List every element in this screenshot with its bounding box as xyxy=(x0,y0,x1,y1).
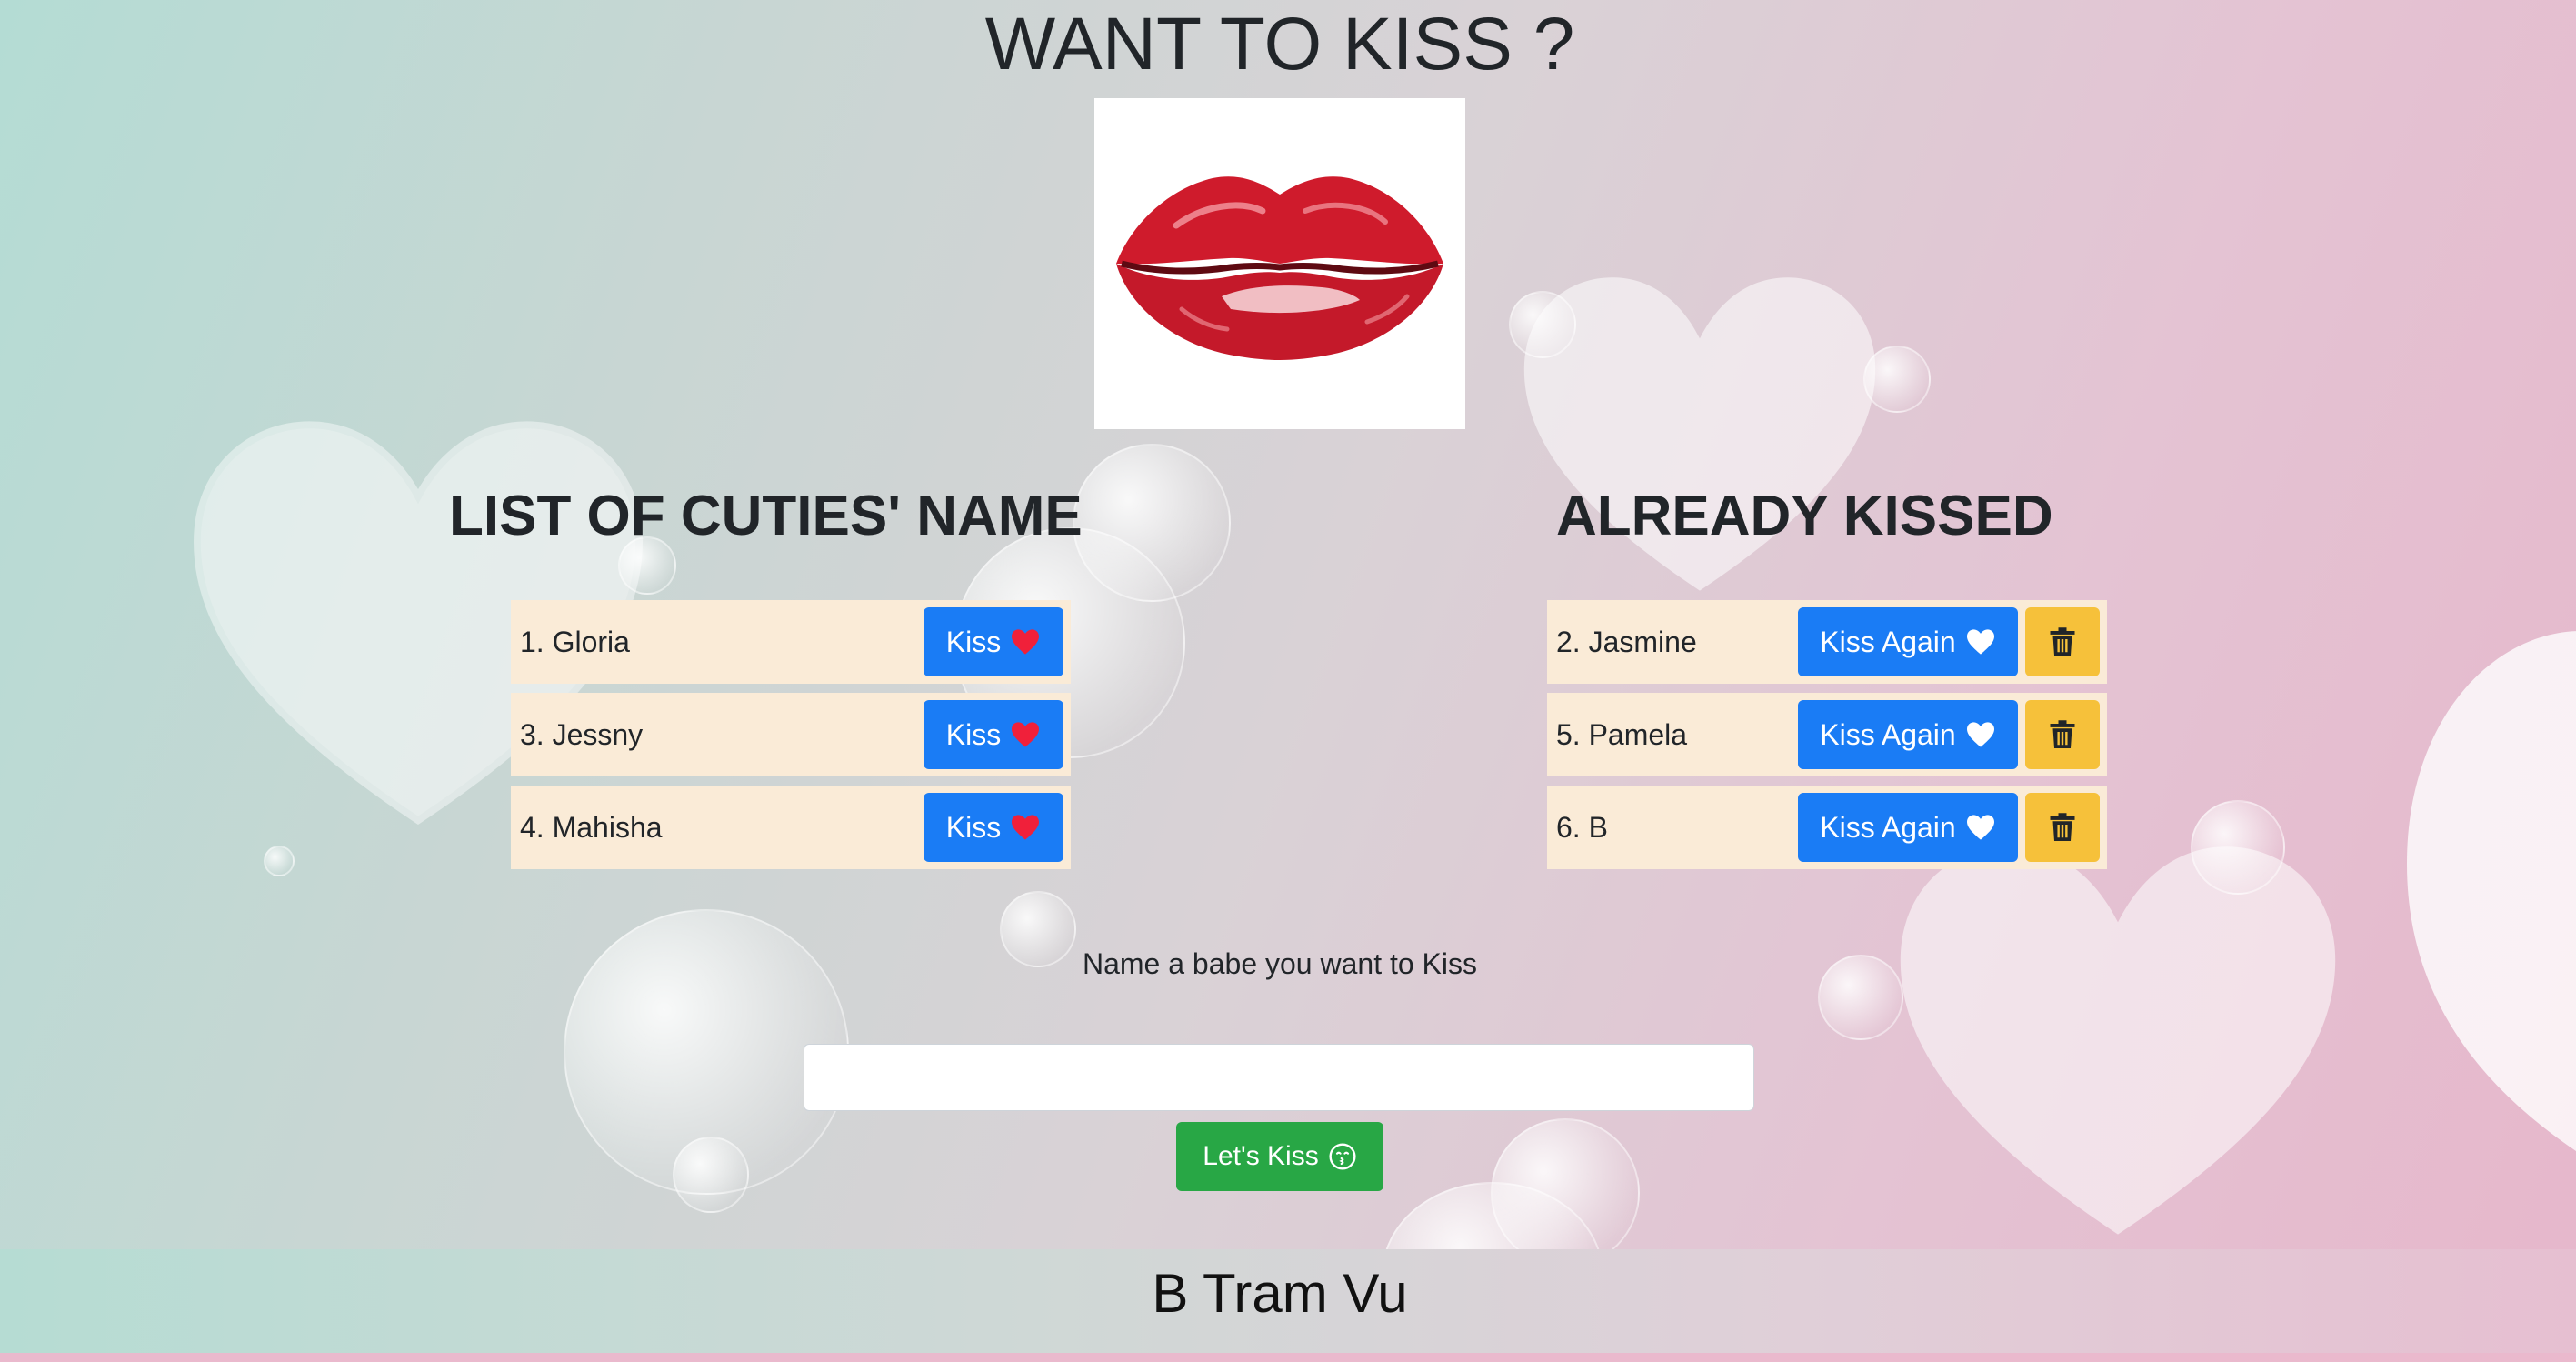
heart-icon xyxy=(1966,629,1994,655)
kiss-button-label: Kiss xyxy=(945,717,1002,751)
kiss-button[interactable]: Kiss xyxy=(924,607,1063,676)
delete-button[interactable] xyxy=(2025,793,2100,862)
heart-icon xyxy=(1966,722,1994,747)
kiss-again-button-label: Kiss Again xyxy=(1820,810,1956,844)
cutie-name: 1. Gloria xyxy=(520,626,630,658)
list-item: 6. B Kiss Again xyxy=(1547,786,2107,869)
lets-kiss-button[interactable]: Let's Kiss xyxy=(1176,1122,1383,1191)
trash-icon xyxy=(2050,813,2075,841)
footer-strip xyxy=(0,1353,2576,1362)
heart-icon xyxy=(1012,722,1040,747)
list-item: 2. Jasmine Kiss Again xyxy=(1547,600,2107,684)
list-item: 3. Jessny Kiss xyxy=(511,693,1071,776)
kissed-name: 2. Jasmine xyxy=(1556,626,1697,658)
lets-kiss-button-label: Let's Kiss xyxy=(1203,1141,1319,1171)
kiss-again-button-label: Kiss Again xyxy=(1820,717,1956,751)
kissed-heading: ALREADY KISSED xyxy=(1556,485,2053,547)
heart-icon xyxy=(1966,815,1994,840)
name-input-label: Name a babe you want to Kiss xyxy=(1082,947,1477,980)
lips-illustration xyxy=(1116,176,1443,360)
kissed-list: 2. Jasmine Kiss Again 5. Pamela Kiss Aga… xyxy=(1547,600,2107,878)
delete-button[interactable] xyxy=(2025,607,2100,676)
kissing-face-icon xyxy=(1329,1143,1356,1170)
to-kiss-heading: LIST OF CUTIES' NAME xyxy=(449,485,1083,547)
kiss-button[interactable]: Kiss xyxy=(924,700,1063,769)
kiss-again-button[interactable]: Kiss Again xyxy=(1798,607,2018,676)
list-item: 1. Gloria Kiss xyxy=(511,600,1071,684)
kiss-again-button-label: Kiss Again xyxy=(1820,625,1956,658)
trash-icon xyxy=(2050,720,2075,748)
kiss-button-label: Kiss xyxy=(945,810,1002,844)
kissed-name: 5. Pamela xyxy=(1556,718,1688,751)
kiss-again-button[interactable]: Kiss Again xyxy=(1798,700,2018,769)
footer: B Tram Vu xyxy=(0,1249,2576,1362)
red-lips-image xyxy=(1094,98,1465,429)
cutie-name: 4. Mahisha xyxy=(520,811,663,844)
page-title: WANT TO KISS ? xyxy=(984,3,1575,85)
kiss-button[interactable]: Kiss xyxy=(924,793,1063,862)
kiss-again-button[interactable]: Kiss Again xyxy=(1798,793,2018,862)
page-content: WANT TO KISS ? LIST OF CUTIES' NAME ALRE… xyxy=(0,0,2576,1362)
name-input[interactable] xyxy=(804,1044,1754,1111)
list-item: 4. Mahisha Kiss xyxy=(511,786,1071,869)
trash-icon xyxy=(2050,627,2075,656)
delete-button[interactable] xyxy=(2025,700,2100,769)
footer-author: B Tram Vu xyxy=(1152,1263,1408,1324)
kiss-button-label: Kiss xyxy=(945,625,1002,658)
list-item: 5. Pamela Kiss Again xyxy=(1547,693,2107,776)
kissed-name: 6. B xyxy=(1556,811,1608,844)
cutie-name: 3. Jessny xyxy=(520,718,644,751)
heart-icon xyxy=(1012,629,1040,655)
to-kiss-list: 1. Gloria Kiss 3. Jessny Kiss 4. Mahisha… xyxy=(511,600,1071,878)
heart-icon xyxy=(1012,815,1040,840)
